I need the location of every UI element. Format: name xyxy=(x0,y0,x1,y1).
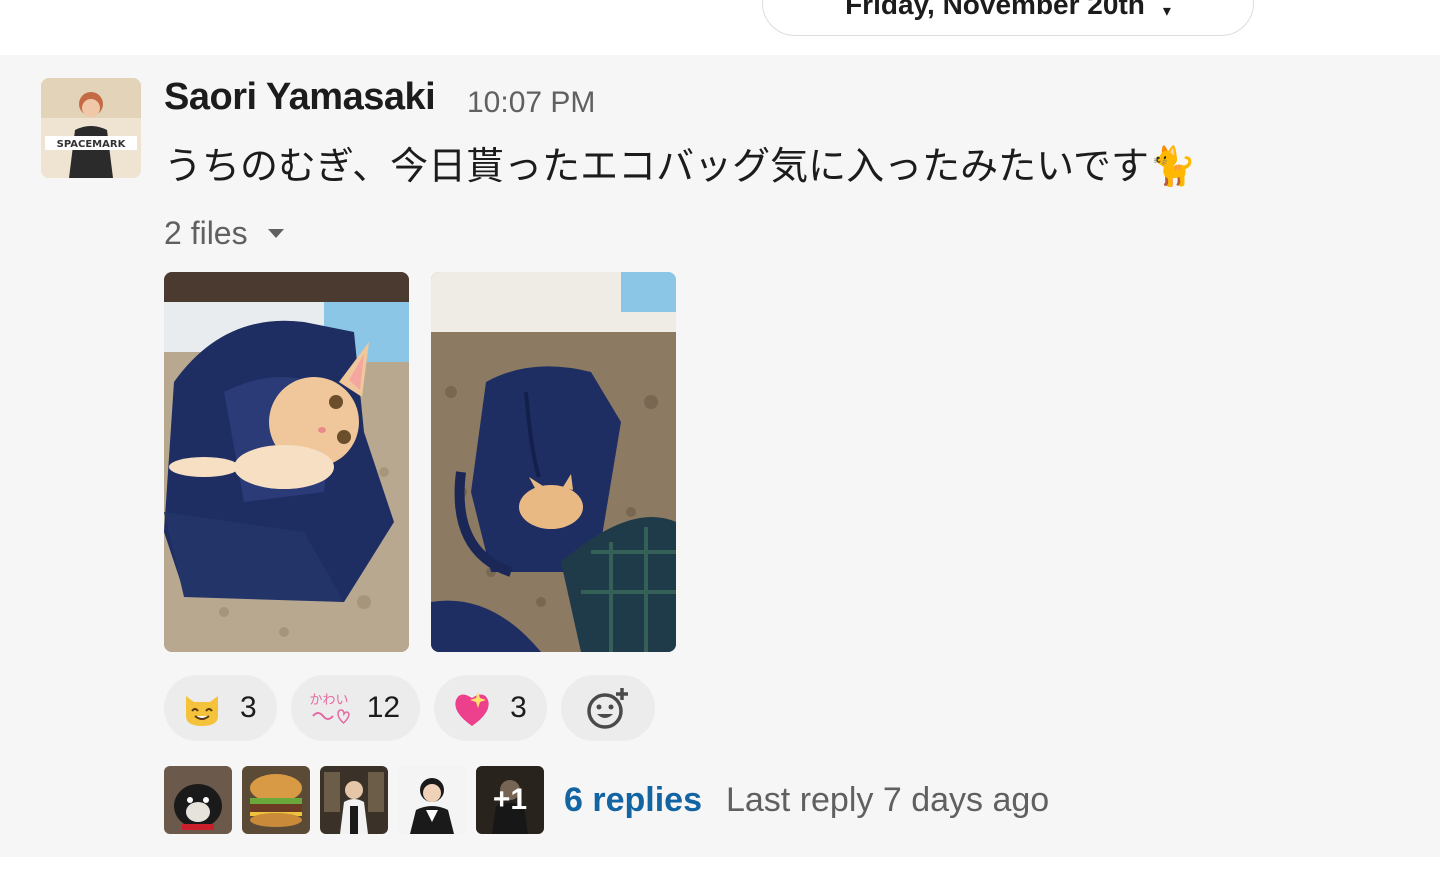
sender-name[interactable]: Saori Yamasaki xyxy=(164,76,436,119)
message-timestamp[interactable]: 10:07 PM xyxy=(467,86,595,120)
message-row: SPACEMARK Saori Yamasaki 10:07 PM うちのむぎ、… xyxy=(0,55,1440,857)
reaction-sparkling-heart[interactable]: 3 xyxy=(434,675,547,741)
reactions-bar: 3 かわい 12 3 xyxy=(164,675,655,741)
sparkling-heart-icon xyxy=(455,692,489,726)
thread-participant-avatar xyxy=(398,766,466,834)
add-reaction-icon xyxy=(587,688,628,729)
files-count-label: 2 files xyxy=(164,215,248,251)
kawaii-icon: かわい xyxy=(309,693,350,725)
avatar[interactable]: SPACEMARK xyxy=(41,78,141,178)
files-toggle[interactable]: 2 files xyxy=(164,215,284,252)
add-reaction-button[interactable] xyxy=(560,675,655,741)
thread-participant-avatar xyxy=(320,766,388,834)
chevron-down-icon: ▾ xyxy=(1162,3,1171,20)
file-thumbnail-1[interactable] xyxy=(164,272,409,652)
reaction-count: 12 xyxy=(366,691,401,724)
message-text: うちのむぎ、今日貰ったエコバッグ気に入ったみたいです🐈 xyxy=(164,144,1197,188)
date-divider-label: Friday, November 20th xyxy=(845,0,1145,20)
more-participants-count: +1 xyxy=(476,766,544,834)
reaction-kawaii[interactable]: かわい 12 xyxy=(290,675,421,741)
reaction-count: 3 xyxy=(510,691,527,724)
thread-participant-avatar xyxy=(242,766,310,834)
svg-text:かわい: かわい xyxy=(309,693,348,708)
smiley-cat-icon xyxy=(186,696,218,726)
file-thumbnail-2[interactable] xyxy=(431,272,676,652)
reaction-smiley-cat[interactable]: 3 xyxy=(164,675,277,741)
avatar-caption: SPACEMARK xyxy=(57,139,127,150)
date-divider-button[interactable]: Friday, November 20th ▾ xyxy=(762,0,1254,36)
thread-participant-avatar-more: +1 xyxy=(476,766,544,834)
thread-participant-avatar xyxy=(164,766,232,834)
last-reply-time: Last reply 7 days ago xyxy=(725,780,1050,819)
reaction-count: 3 xyxy=(240,691,257,724)
replies-link[interactable]: 6 replies xyxy=(564,781,702,820)
thread-summary[interactable]: +1 6 replies Last reply 7 days ago xyxy=(164,766,1049,834)
caret-down-icon xyxy=(267,229,284,238)
